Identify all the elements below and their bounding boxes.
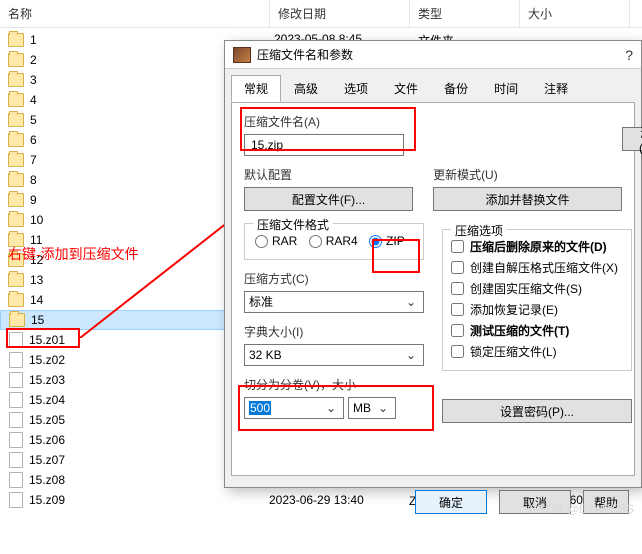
folder-icon xyxy=(9,313,25,327)
folder-icon xyxy=(8,193,24,207)
folder-icon xyxy=(8,53,24,67)
volume-label: 切分为分卷(V)，大小 xyxy=(244,376,424,393)
option-checkbox[interactable]: 创建自解压格式压缩文件(X) xyxy=(451,259,623,276)
folder-name: 5 xyxy=(30,113,37,127)
radio-rar[interactable]: RAR xyxy=(255,234,297,248)
folder-name: 9 xyxy=(30,193,37,207)
folder-name: 1 xyxy=(30,33,37,47)
folder-name: 7 xyxy=(30,153,37,167)
folder-icon xyxy=(8,213,24,227)
update-mode-label: 更新模式(U) xyxy=(433,166,622,183)
chevron-down-icon: ⌄ xyxy=(375,401,391,415)
file-icon xyxy=(9,372,23,388)
dict-select[interactable]: 32 KB⌄ xyxy=(244,344,424,366)
format-fieldset: 压缩文件格式 RAR RAR4 ZIP xyxy=(244,223,424,260)
annotation-text: 右键-添加到压缩文件 xyxy=(8,244,139,264)
method-select[interactable]: 标准⌄ xyxy=(244,291,424,313)
chevron-down-icon: ⌄ xyxy=(323,401,339,415)
tab-注释[interactable]: 注释 xyxy=(531,75,581,102)
tab-高级[interactable]: 高级 xyxy=(281,75,331,102)
volume-size-input[interactable]: 500⌄ xyxy=(244,397,344,419)
tab-general: 压缩文件名(A) 浏览(B)... 默认配置 配置文件(F)... 更新模式(U… xyxy=(231,102,635,476)
option-checkbox[interactable]: 测试压缩的文件(T) xyxy=(451,322,623,339)
dict-label: 字典大小(I) xyxy=(244,323,424,340)
chevron-down-icon: ⌄ xyxy=(403,348,419,362)
profiles-button[interactable]: 配置文件(F)... xyxy=(244,187,413,211)
folder-icon xyxy=(8,293,24,307)
volume-unit-select[interactable]: MB⌄ xyxy=(348,397,396,419)
folder-name: 3 xyxy=(30,73,37,87)
browse-button[interactable]: 浏览(B)... xyxy=(622,127,642,151)
watermark: CSDN @BYAPESS xyxy=(529,502,634,516)
file-icon xyxy=(9,352,23,368)
col-date[interactable]: 修改日期 xyxy=(270,0,410,27)
file-icon xyxy=(9,432,23,448)
options-legend: 压缩选项 xyxy=(451,222,507,239)
folder-icon xyxy=(8,73,24,87)
col-size[interactable]: 大小 xyxy=(520,0,630,27)
format-legend: 压缩文件格式 xyxy=(253,216,333,233)
folder-name: 4 xyxy=(30,93,37,107)
method-label: 压缩方式(C) xyxy=(244,270,424,287)
file-icon xyxy=(9,332,23,348)
file-icon xyxy=(9,412,23,428)
options-column: 压缩选项 压缩后删除原来的文件(D)创建自解压格式压缩文件(X)创建固实压缩文件… xyxy=(442,271,632,423)
column-headers: 名称 修改日期 类型 大小 xyxy=(0,0,642,28)
col-type[interactable]: 类型 xyxy=(410,0,520,27)
tab-常规[interactable]: 常规 xyxy=(231,75,281,102)
default-profile-label: 默认配置 xyxy=(244,166,413,183)
folder-name: 13 xyxy=(30,273,43,287)
folder-name: 10 xyxy=(30,213,43,227)
file-icon xyxy=(9,492,23,508)
tab-备份[interactable]: 备份 xyxy=(431,75,481,102)
help-icon[interactable]: ? xyxy=(625,47,633,63)
update-mode-button[interactable]: 添加并替换文件 xyxy=(433,187,622,211)
archive-name-input[interactable] xyxy=(244,134,404,156)
radio-rar4[interactable]: RAR4 xyxy=(309,234,358,248)
archive-name-label: 压缩文件名(A) xyxy=(244,113,622,130)
radio-zip[interactable]: ZIP xyxy=(369,234,405,248)
folder-icon xyxy=(8,133,24,147)
dialog-titlebar[interactable]: 压缩文件名和参数 ? xyxy=(225,41,641,69)
folder-name: 14 xyxy=(30,293,43,307)
set-password-button[interactable]: 设置密码(P)... xyxy=(442,399,632,423)
dialog-title-text: 压缩文件名和参数 xyxy=(257,46,353,63)
option-checkbox[interactable]: 添加恢复记录(E) xyxy=(451,301,623,318)
folder-icon xyxy=(8,93,24,107)
folder-name: 15 xyxy=(31,313,44,327)
ok-button[interactable]: 确定 xyxy=(415,490,487,514)
file-icon xyxy=(9,392,23,408)
file-icon xyxy=(9,452,23,468)
folder-name: 6 xyxy=(30,133,37,147)
tab-文件[interactable]: 文件 xyxy=(381,75,431,102)
file-icon xyxy=(9,472,23,488)
tab-选项[interactable]: 选项 xyxy=(331,75,381,102)
folder-name: 8 xyxy=(30,173,37,187)
folder-name: 2 xyxy=(30,53,37,67)
folder-icon xyxy=(8,33,24,47)
archive-dialog: 压缩文件名和参数 ? 常规高级选项文件备份时间注释 压缩文件名(A) 浏览(B)… xyxy=(224,40,642,488)
chevron-down-icon: ⌄ xyxy=(403,295,419,309)
folder-icon xyxy=(8,273,24,287)
option-checkbox[interactable]: 锁定压缩文件(L) xyxy=(451,343,623,360)
option-checkbox[interactable]: 压缩后删除原来的文件(D) xyxy=(451,238,623,255)
folder-icon xyxy=(8,113,24,127)
folder-icon xyxy=(8,173,24,187)
winrar-icon xyxy=(233,47,251,63)
tab-strip: 常规高级选项文件备份时间注释 xyxy=(225,69,641,102)
options-fieldset: 压缩选项 压缩后删除原来的文件(D)创建自解压格式压缩文件(X)创建固实压缩文件… xyxy=(442,229,632,371)
option-checkbox[interactable]: 创建固实压缩文件(S) xyxy=(451,280,623,297)
folder-icon xyxy=(8,153,24,167)
col-name[interactable]: 名称 xyxy=(0,0,270,27)
tab-时间[interactable]: 时间 xyxy=(481,75,531,102)
